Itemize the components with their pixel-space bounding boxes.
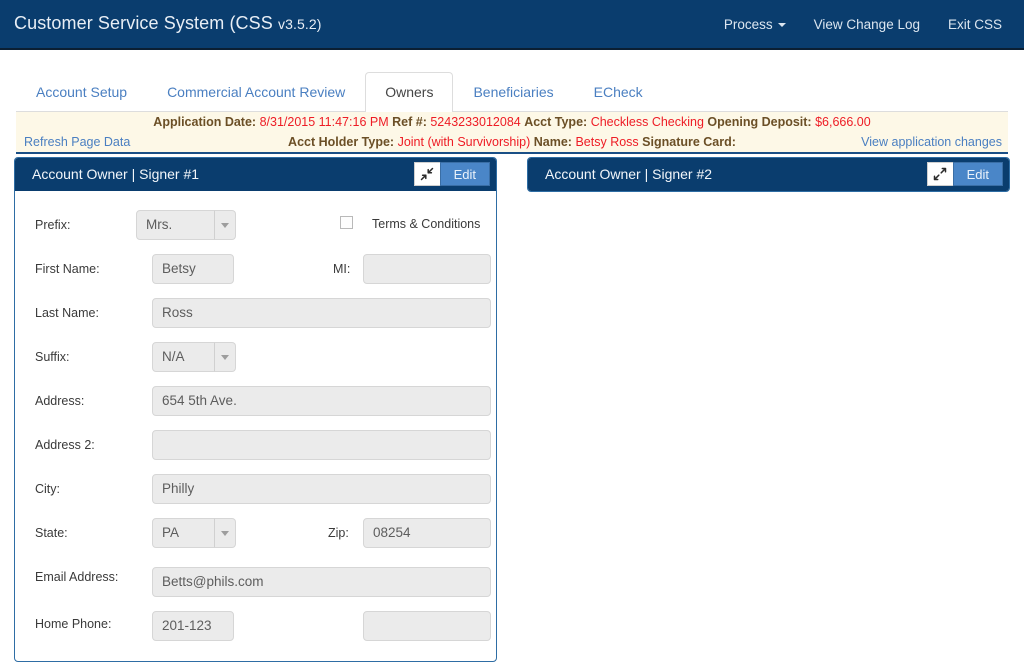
last-name-input[interactable]: Ross [152,298,491,328]
banner-value-acct-holder-type: Joint (with Survivorship) [397,135,531,149]
banner-label-ref: Ref # [392,115,423,129]
edit-button-signer-1[interactable]: Edit [439,162,490,186]
form-row-last-name: Last Name: Ross [15,293,496,337]
banner-holder-details: Acct Holder Type: Joint (with Survivorsh… [288,135,736,149]
terms-and-conditions-checkbox[interactable] [340,216,353,229]
panel-account-owner-signer-1: Account Owner | Signer #1 Edit Prefix: M… [14,157,497,662]
banner-label-acct-type: Acct Type [524,115,584,129]
email-address-input[interactable]: Betts@phils.com [152,567,491,597]
panel-body-signer-1: Prefix: Mrs. Terms & Conditions First Na… [15,191,496,661]
form-row-first-name: First Name: Betsy MI: [15,249,496,293]
tab-bar: Account Setup Commercial Account Review … [0,50,1024,112]
city-label: City: [35,482,60,496]
first-name-input[interactable]: Betsy [152,254,234,284]
home-phone-ext-input[interactable] [363,611,491,641]
email-address-label: Email Address: [35,570,119,584]
nav-item-process[interactable]: Process [710,2,800,47]
home-phone-label: Home Phone: [35,617,112,631]
panel-header-signer-1: Account Owner | Signer #1 Edit [15,158,496,191]
address2-input[interactable] [152,430,491,460]
banner-value-opening-deposit: $6,666.00 [815,115,871,129]
panel-header-signer-2: Account Owner | Signer #2 Edit [528,158,1009,191]
panel-header-tools-signer-1: Edit [413,162,490,186]
last-name-label: Last Name: [35,306,99,320]
application-info-banner: Application Date: 8/31/2015 11:47:16 PM … [16,112,1008,154]
form-row-email: Email Address: Betts@phils.com [15,557,496,601]
nav-item-view-change-log[interactable]: View Change Log [800,2,934,47]
panel-title-signer-1: Account Owner | Signer #1 [32,166,200,182]
prefix-dropdown-arrow-icon[interactable] [214,210,236,240]
view-application-changes-link[interactable]: View application changes [861,132,1002,153]
panel-account-owner-signer-2: Account Owner | Signer #2 Edit [527,157,1010,192]
state-label: State: [35,526,68,540]
panel-title-signer-2: Account Owner | Signer #2 [545,166,713,182]
home-phone-input[interactable]: 201-123 [152,611,234,641]
tab-account-setup[interactable]: Account Setup [16,72,147,112]
form-row-suffix: Suffix: N/A [15,337,496,381]
banner-value-name: Betsy Ross [575,135,639,149]
form-row-state-zip: State: PA Zip: 08254 [15,513,496,557]
caret-down-icon [777,22,786,27]
banner-value-acct-type: Checkless Checking [590,115,704,129]
address2-label: Address 2: [35,438,95,452]
tab-strip: Account Setup Commercial Account Review … [16,72,1008,112]
edit-button-signer-2[interactable]: Edit [952,162,1003,186]
banner-value-ref: 5243233012084 [430,115,521,129]
tab-owners[interactable]: Owners [365,72,454,112]
form-row-prefix: Prefix: Mrs. Terms & Conditions [15,205,496,249]
form-row-home-phone: Home Phone: 201-123 [15,601,496,645]
address-label: Address: [35,394,85,408]
suffix-label: Suffix: [35,350,70,364]
form-row-city: City: Philly [15,469,496,513]
form-row-address: Address: 654 5th Ave. [15,381,496,425]
banner-label-application-date: Application Date [153,115,252,129]
app-brand: Customer Service System (CSS v3.5.2) [14,13,321,34]
top-navbar: Customer Service System (CSS v3.5.2) Pro… [0,0,1024,50]
app-title: Customer Service System (CSS [14,13,278,33]
tab-commercial-account-review[interactable]: Commercial Account Review [147,72,365,112]
zip-label: Zip: [328,526,349,540]
first-name-label: First Name: [35,262,100,276]
banner-value-application-date: 8/31/2015 11:47:16 PM [259,115,389,129]
terms-and-conditions-label: Terms & Conditions [372,217,481,231]
banner-row-application: Application Date: 8/31/2015 11:47:16 PM … [153,115,871,129]
form-row-address2: Address 2: [15,425,496,469]
state-dropdown-arrow-icon[interactable] [214,518,236,548]
banner-label-name: Name [533,135,568,149]
collapse-arrows-icon[interactable] [413,162,440,186]
app-version: v3.5.2) [277,16,322,32]
suffix-dropdown-arrow-icon[interactable] [214,342,236,372]
address-input[interactable]: 654 5th Ave. [152,386,491,416]
banner-label-acct-holder-type: Acct Holder Type [288,135,390,149]
nav-item-process-label: Process [723,16,773,32]
navbar-links: Process View Change Log Exit CSS [710,0,1016,48]
mi-label: MI: [333,262,351,276]
banner-label-opening-deposit: Opening Deposit [707,115,808,129]
zip-input[interactable]: 08254 [363,518,491,548]
prefix-label: Prefix: [35,218,71,232]
panel-header-tools-signer-2: Edit [926,162,1003,186]
banner-label-signature-card: Signature Card [642,135,732,149]
expand-arrows-icon[interactable] [926,162,953,186]
nav-item-exit-css[interactable]: Exit CSS [934,2,1016,47]
tab-echeck[interactable]: ECheck [574,72,663,112]
banner-row-holder: Refresh Page Data Acct Holder Type: Join… [16,132,1008,153]
tab-beneficiaries[interactable]: Beneficiaries [453,72,573,112]
city-input[interactable]: Philly [152,474,491,504]
mi-input[interactable] [363,254,491,284]
prefix-select[interactable]: Mrs. [136,210,218,240]
